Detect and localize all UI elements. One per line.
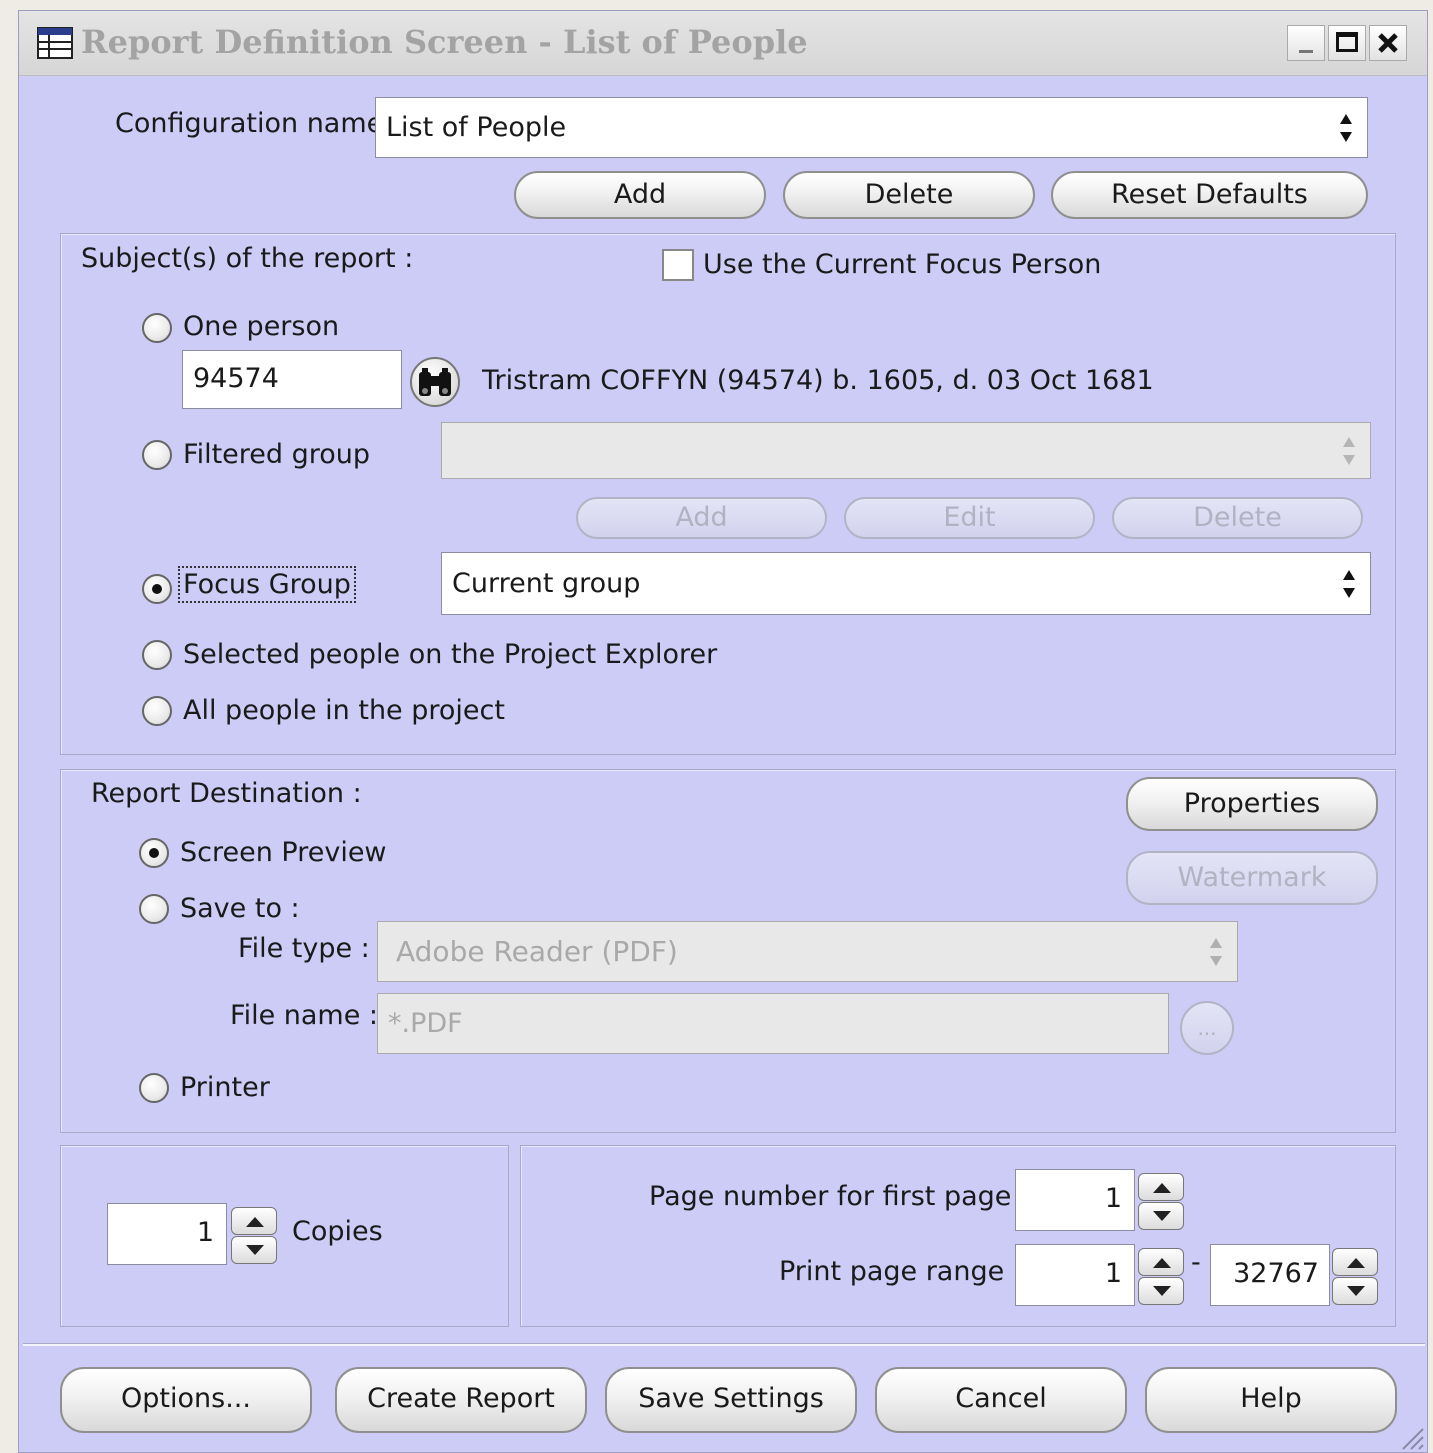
person-id-value: 94574 [193,363,279,394]
printer-label: Printer [180,1072,270,1103]
select-arrows-icon [1210,937,1222,966]
all-people-radio[interactable] [142,696,172,726]
filtered-group-radio[interactable] [142,440,172,470]
selected-people-radio[interactable] [142,640,172,670]
filter-edit-button[interactable]: Edit [844,497,1095,539]
first-page-spinner[interactable] [1138,1173,1184,1231]
range-to-input[interactable]: 32767 [1210,1244,1330,1306]
use-focus-person-label: Use the Current Focus Person [703,249,1102,280]
range-from-value: 1 [1104,1258,1122,1289]
use-focus-person-checkbox[interactable] [662,249,694,281]
focus-group-radio[interactable] [142,574,172,604]
arrow-down-icon [1347,1286,1365,1296]
maximize-icon [1336,32,1358,52]
file-name-input[interactable]: *.PDF [377,993,1169,1054]
find-person-button[interactable] [410,357,460,407]
filter-delete-button[interactable]: Delete [1112,497,1363,539]
save-settings-button[interactable]: Save Settings [605,1367,857,1433]
cancel-button[interactable]: Cancel [875,1367,1127,1433]
footer-divider [23,1343,1425,1346]
copies-spinner[interactable] [231,1207,277,1265]
arrow-up-icon [1153,1258,1171,1268]
watermark-button[interactable]: Watermark [1126,851,1378,905]
arrow-down-icon [246,1245,264,1255]
report-definition-window: Report Definition Screen - List of Peopl… [18,10,1428,1453]
properties-button[interactable]: Properties [1126,777,1378,831]
selected-people-label: Selected people on the Project Explorer [183,639,718,670]
screen-preview-label: Screen Preview [180,837,387,868]
report-table-icon [37,27,73,59]
configuration-name-value: List of People [386,112,567,143]
spin-up-button[interactable] [1138,1173,1184,1201]
minimize-icon [1299,50,1313,53]
file-name-label: File name : [230,1000,379,1031]
reset-defaults-button[interactable]: Reset Defaults [1051,171,1368,219]
screen-preview-radio[interactable] [139,838,169,868]
arrow-up-icon [1153,1183,1171,1193]
range-separator: - [1191,1247,1201,1278]
arrow-up-icon [246,1217,264,1227]
focus-group-value: Current group [452,568,641,599]
save-to-radio[interactable] [139,894,169,924]
configuration-name-label: Configuration name [115,108,384,139]
copies-input[interactable]: 1 [107,1203,227,1265]
create-report-button[interactable]: Create Report [335,1367,587,1433]
select-arrows-icon [1343,569,1355,598]
arrow-down-icon [1153,1211,1171,1221]
all-people-label: All people in the project [183,695,505,726]
first-page-input[interactable]: 1 [1015,1169,1135,1231]
help-button[interactable]: Help [1145,1367,1397,1433]
spin-up-button[interactable] [231,1207,277,1235]
destination-title: Report Destination : [91,778,362,809]
options-button[interactable]: Options... [60,1367,312,1433]
one-person-label: One person [183,311,340,342]
spin-down-button[interactable] [1138,1202,1184,1230]
one-person-radio[interactable] [142,313,172,343]
browse-file-button[interactable]: ... [1180,1001,1234,1055]
copies-value: 1 [196,1217,214,1248]
resize-grip-icon[interactable] [1399,1423,1425,1451]
configuration-name-select[interactable]: List of People [375,97,1368,158]
spin-up-button[interactable] [1138,1248,1184,1276]
binoculars-icon [419,368,451,396]
close-icon [1378,33,1398,53]
spin-up-button[interactable] [1332,1248,1378,1276]
config-delete-button[interactable]: Delete [783,171,1035,219]
window-title: Report Definition Screen - List of Peopl… [81,23,808,61]
focus-group-label: Focus Group [178,566,356,603]
title-bar: Report Definition Screen - List of Peopl… [19,11,1427,76]
save-to-label: Save to : [180,893,300,924]
printer-radio[interactable] [139,1073,169,1103]
file-name-value: *.PDF [388,1008,463,1039]
person-description: Tristram COFFYN (94574) b. 1605, d. 03 O… [482,365,1154,396]
range-from-input[interactable]: 1 [1015,1244,1135,1306]
file-type-value: Adobe Reader (PDF) [396,935,678,968]
range-from-spinner[interactable] [1138,1248,1184,1306]
copies-label: Copies [292,1216,383,1247]
range-to-value: 32767 [1233,1258,1319,1289]
first-page-label: Page number for first page : [649,1181,1030,1212]
select-arrows-icon [1343,436,1355,465]
maximize-button[interactable] [1328,25,1366,61]
spin-down-button[interactable] [1332,1277,1378,1305]
close-button[interactable] [1369,25,1407,61]
page-range-label: Print page range : [779,1256,1022,1287]
filtered-group-label: Filtered group [183,439,371,470]
file-type-select[interactable]: Adobe Reader (PDF) [377,921,1238,982]
minimize-button[interactable] [1287,25,1325,61]
spin-down-button[interactable] [1138,1277,1184,1305]
arrow-down-icon [1153,1286,1171,1296]
subjects-title: Subject(s) of the report : [81,243,414,274]
filtered-group-select[interactable] [441,422,1371,479]
file-type-label: File type : [238,933,370,964]
person-id-input[interactable]: 94574 [182,350,402,409]
arrow-up-icon [1347,1258,1365,1268]
range-to-spinner[interactable] [1332,1248,1378,1306]
focus-group-select[interactable]: Current group [441,552,1371,615]
config-add-button[interactable]: Add [514,171,766,219]
filter-add-button[interactable]: Add [576,497,827,539]
spin-down-button[interactable] [231,1236,277,1264]
select-arrows-icon [1340,113,1352,142]
first-page-value: 1 [1104,1183,1122,1214]
